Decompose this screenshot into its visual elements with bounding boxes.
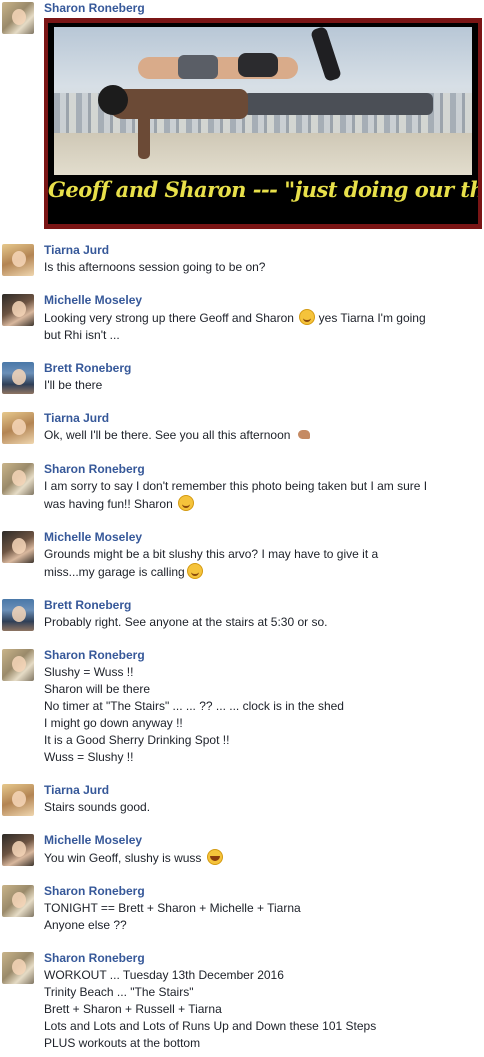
comment-text: PLUS workouts at the bottom (44, 1036, 201, 1050)
comment-author-link[interactable]: Sharon Roneberg (44, 950, 478, 967)
comment-text: was having fun!! Sharon (44, 495, 478, 513)
comment-text: but Rhi isn't ... (44, 328, 120, 342)
comment-text: I might go down anyway !! (44, 716, 183, 730)
comment-text: No timer at "The Stairs" ... ... ?? ... … (44, 699, 344, 713)
comment-text: Brett + Sharon + Russell + Tiarna (44, 1002, 222, 1016)
comment-text: I'll be there (44, 378, 103, 392)
comment-text: miss...my garage is calling (44, 563, 478, 581)
comment-text: Grounds might be a bit slushy this arvo?… (44, 547, 379, 561)
comment-text: Anyone else ?? (44, 918, 127, 932)
avatar[interactable] (2, 2, 34, 34)
avatar[interactable] (2, 463, 34, 495)
comment-text: TONIGHT == Brett + Sharon + Michelle + T… (44, 901, 301, 915)
comment-author-link[interactable]: Brett Roneberg (44, 597, 478, 614)
avatar[interactable] (2, 531, 34, 563)
avatar[interactable] (2, 952, 34, 984)
comment-author-link[interactable]: Brett Roneberg (44, 360, 478, 377)
avatar[interactable] (2, 599, 34, 631)
comment-author-link[interactable]: Michelle Moseley (44, 529, 478, 546)
smiling-face-icon (299, 309, 316, 325)
avatar[interactable] (2, 294, 34, 326)
comment-text: Lots and Lots and Lots of Runs Up and Do… (44, 1019, 377, 1033)
comment-text: Looking very strong up there Geoff and S… (44, 309, 426, 325)
smiling-face-icon (178, 495, 195, 511)
comment-author-link[interactable]: Michelle Moseley (44, 832, 478, 849)
comment-text: You win Geoff, slushy is wuss (44, 849, 478, 867)
avatar[interactable] (2, 362, 34, 394)
comment-text: Is this afternoons session going to be o… (44, 260, 266, 274)
comment-photo[interactable]: Geoff and Sharon --- "just doing our thi… (44, 18, 482, 229)
comment-text: Wuss = Slushy !! (44, 750, 134, 764)
photo-caption: Geoff and Sharon --- "just doing our thi… (48, 177, 478, 202)
laughing-face-icon (206, 849, 223, 865)
comment-author-link[interactable]: Tiarna Jurd (44, 410, 478, 427)
avatar[interactable] (2, 649, 34, 681)
comment-text: WORKOUT ... Tuesday 13th December 2016 (44, 968, 284, 982)
photo-woman-figure (118, 25, 348, 85)
comment-author-link[interactable]: Tiarna Jurd (44, 242, 478, 259)
comment-author-link[interactable]: Sharon Roneberg (44, 883, 478, 900)
avatar[interactable] (2, 412, 34, 444)
comment-author-link[interactable]: Sharon Roneberg (44, 461, 478, 478)
comment-text: Stairs sounds good. (44, 800, 151, 814)
comment-author-link[interactable]: Michelle Moseley (44, 292, 478, 309)
avatar[interactable] (2, 244, 34, 276)
comment-author-link[interactable]: Tiarna Jurd (44, 782, 478, 799)
comment-text: Probably right. See anyone at the stairs… (44, 615, 328, 629)
comment-author-link[interactable]: Sharon Roneberg (44, 647, 478, 664)
comment-text: Trinity Beach ... "The Stairs" (44, 985, 194, 999)
smiling-face-icon (186, 563, 203, 579)
comment-text: Slushy = Wuss !! (44, 665, 134, 679)
avatar[interactable] (2, 885, 34, 917)
flexed-biceps-icon (296, 427, 312, 442)
comment-text: I am sorry to say I don't remember this … (44, 479, 428, 493)
comment-text: Sharon will be there (44, 682, 151, 696)
avatar[interactable] (2, 784, 34, 816)
comment-text: It is a Good Sherry Drinking Spot !! (44, 733, 230, 747)
comment-author-link[interactable]: Sharon Roneberg (44, 0, 478, 17)
photo-man-figure (78, 79, 433, 159)
comment-text: Ok, well I'll be there. See you all this… (44, 427, 478, 444)
avatar[interactable] (2, 834, 34, 866)
